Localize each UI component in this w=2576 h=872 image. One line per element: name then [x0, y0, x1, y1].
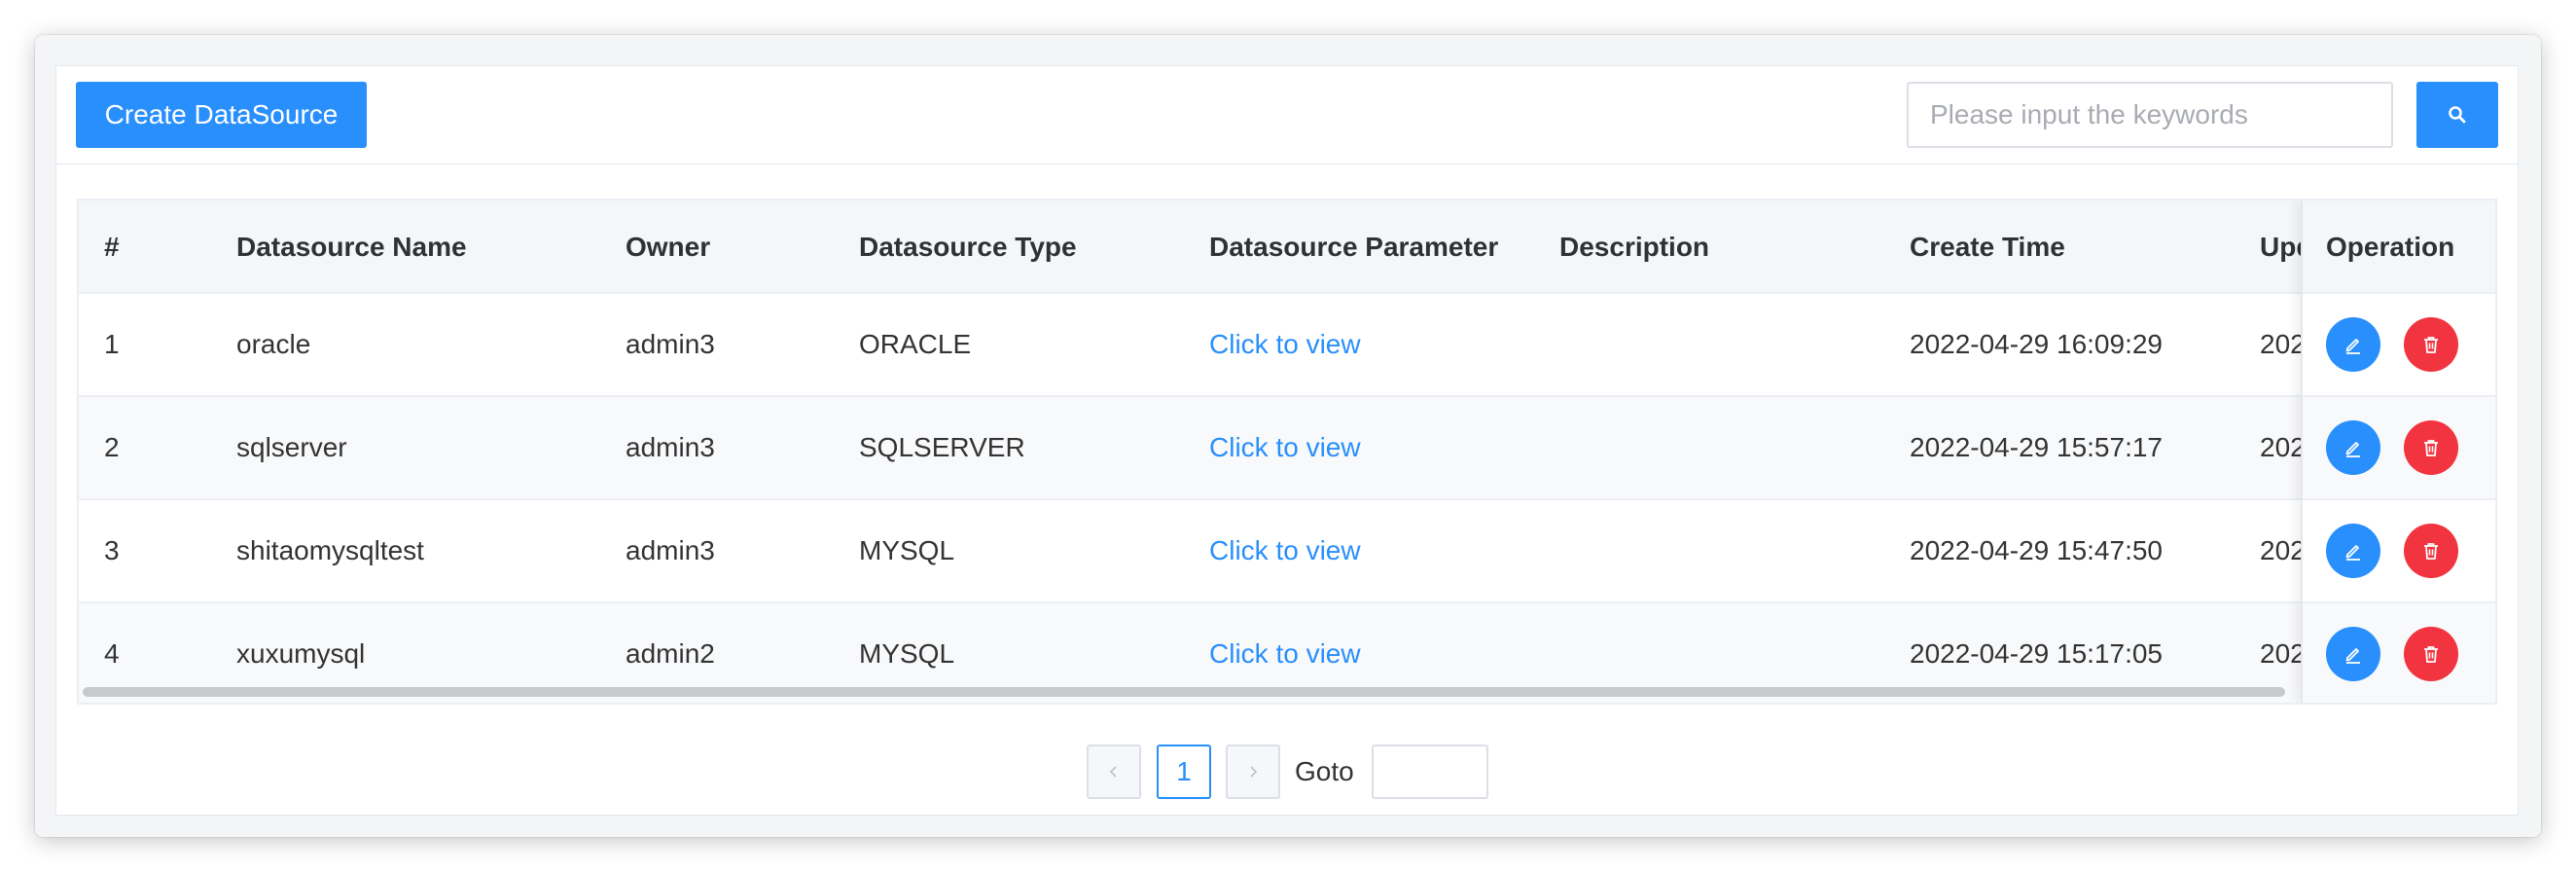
column-header-name: Datasource Name	[236, 232, 467, 262]
delete-icon	[2424, 543, 2438, 560]
cell-create-time: 2022-04-29 15:57:17	[1910, 432, 2163, 462]
cell-type: SQLSERVER	[859, 432, 1025, 462]
chevron-right-icon	[1250, 766, 1258, 778]
search-input[interactable]	[1907, 82, 2393, 148]
page-number-current[interactable]: 1	[1157, 745, 1211, 799]
search-icon	[2449, 106, 2466, 124]
table-row: 2 sqlserver admin3 SQLSERVER Click to vi…	[79, 397, 2495, 500]
table-header: # Datasource Name Owner Datasource Type …	[79, 200, 2495, 294]
delete-icon	[2424, 646, 2438, 663]
edit-icon	[2345, 648, 2360, 664]
cell-index: 2	[104, 432, 120, 462]
edit-button[interactable]	[2326, 317, 2380, 372]
cell-update-time: 2022-04-29 16:09:29	[2260, 329, 2301, 359]
operation-column: Operation	[2301, 200, 2495, 703]
click-to-view-link[interactable]: Click to view	[1209, 397, 1540, 498]
delete-button[interactable]	[2404, 524, 2458, 578]
column-header-owner: Owner	[626, 232, 711, 262]
cell-owner: admin3	[626, 329, 715, 359]
operation-cell	[2303, 603, 2495, 703]
delete-button[interactable]	[2404, 317, 2458, 372]
column-header-update-time: Update Time	[2260, 232, 2301, 262]
cell-description	[1559, 500, 1890, 601]
table-row: 1 oracle admin3 ORACLE Click to view 202…	[79, 294, 2495, 397]
edit-button[interactable]	[2326, 420, 2380, 475]
create-datasource-button[interactable]: Create DataSource	[76, 82, 367, 148]
column-header-type: Datasource Type	[859, 232, 1077, 262]
datasource-table: # Datasource Name Owner Datasource Type …	[77, 199, 2497, 705]
cell-description	[1559, 294, 1890, 395]
column-header-description: Description	[1559, 232, 1710, 262]
delete-button[interactable]	[2404, 420, 2458, 475]
cell-update-time: 2022-04-29 15:57:17	[2260, 432, 2301, 462]
table-row: 3 shitaomysqltest admin3 MYSQL Click to …	[79, 500, 2495, 603]
column-header-operation: Operation	[2303, 200, 2495, 294]
cell-name: shitaomysqltest	[236, 535, 424, 565]
next-page-button[interactable]	[1226, 745, 1280, 799]
column-header-parameter: Datasource Parameter	[1209, 232, 1499, 262]
cell-update-time: 2022-04-29 15:47:50	[2260, 535, 2301, 565]
click-to-view-link[interactable]: Click to view	[1209, 294, 1540, 395]
cell-description	[1559, 397, 1890, 498]
edit-icon	[2345, 442, 2360, 457]
cell-type: ORACLE	[859, 329, 972, 359]
toolbar: Create DataSource	[55, 65, 2519, 164]
operation-cell	[2303, 500, 2495, 603]
cell-owner: admin3	[626, 535, 715, 565]
column-header-create-time: Create Time	[1910, 232, 2065, 262]
cell-index: 1	[104, 329, 120, 359]
edit-button[interactable]	[2326, 524, 2380, 578]
cell-name: sqlserver	[236, 432, 347, 462]
edit-button[interactable]	[2326, 627, 2380, 681]
cell-index: 3	[104, 535, 120, 565]
cell-create-time: 2022-04-29 15:47:50	[1910, 535, 2163, 565]
operation-cell	[2303, 397, 2495, 500]
cell-name: oracle	[236, 329, 311, 359]
edit-icon	[2345, 339, 2360, 354]
horizontal-scrollbar[interactable]	[83, 687, 2285, 697]
cell-create-time: 2022-04-29 16:09:29	[1910, 329, 2163, 359]
edit-icon	[2345, 545, 2360, 561]
operation-cell	[2303, 294, 2495, 397]
cell-owner: admin3	[626, 432, 715, 462]
delete-icon	[2424, 337, 2438, 353]
goto-page-input[interactable]	[1372, 745, 1488, 799]
goto-label: Goto	[1295, 756, 1354, 786]
delete-button[interactable]	[2404, 627, 2458, 681]
delete-icon	[2424, 440, 2438, 456]
chevron-left-icon	[1109, 766, 1117, 778]
cell-type: MYSQL	[859, 535, 955, 565]
click-to-view-link[interactable]: Click to view	[1209, 500, 1540, 601]
search-button[interactable]	[2416, 82, 2498, 148]
column-header-index: #	[104, 232, 120, 262]
prev-page-button[interactable]	[1087, 745, 1141, 799]
